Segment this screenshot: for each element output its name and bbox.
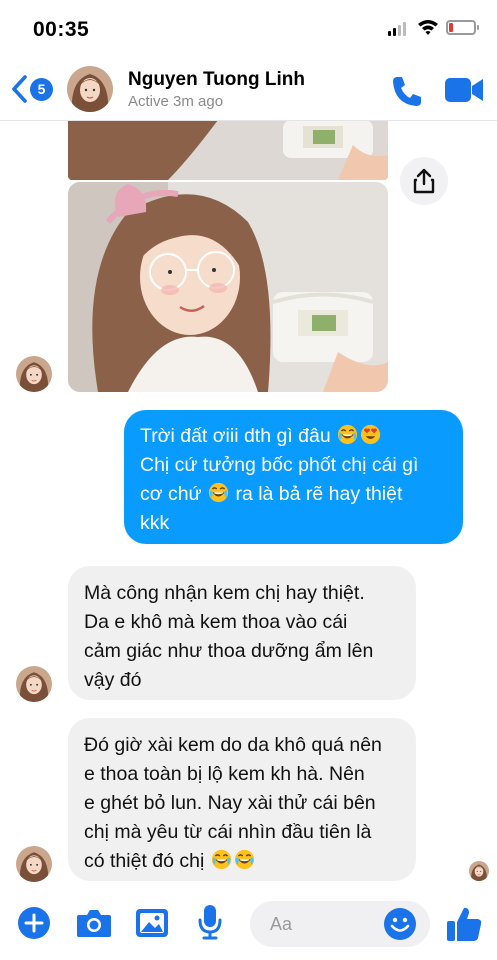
emoji-button[interactable] (383, 907, 417, 941)
sender-avatar[interactable] (16, 356, 52, 392)
shared-photo[interactable] (68, 182, 388, 392)
message-composer (0, 890, 497, 960)
more-actions-button[interactable] (17, 906, 51, 945)
message-line: e thoa toàn bị lộ kem kh hà. Nên (84, 763, 365, 785)
message-line: Mà công nhận kem chị hay thiệt. (84, 582, 365, 604)
laughing-emoji (210, 849, 232, 870)
message-line: kkk (140, 512, 170, 534)
wifi-icon (417, 18, 439, 36)
message-line: vậy đó (84, 669, 142, 691)
phone-call-button[interactable] (389, 73, 425, 109)
incoming-message-bubble[interactable]: Mà công nhận kem chị hay thiệt. Da e khô… (68, 566, 416, 700)
video-call-button[interactable] (444, 75, 484, 105)
share-icon (413, 168, 435, 194)
message-line: cảm giác như thoa dưỡng ẩm lên (84, 640, 374, 662)
phone-icon (393, 77, 421, 106)
message-line: Da e khô mà kem thoa vào cái (84, 611, 348, 633)
share-button[interactable] (400, 157, 448, 205)
contact-active-status: Active 3m ago (128, 93, 224, 110)
message-line: e ghét bỏ lun. Nay xài thử cái bên (84, 792, 376, 814)
message-text: Trời đất ơiii dth gì đâu (140, 425, 331, 447)
photo-image (68, 182, 388, 392)
laughing-emoji (233, 849, 255, 870)
incoming-message-bubble[interactable]: Đó giờ xài kem do da khô quá nên e thoa … (68, 718, 416, 881)
message-line: cơ chứ ra là bả rẽ hay thiệt (140, 480, 449, 509)
laughing-emoji (208, 482, 229, 503)
message-line: Trời đất ơiii dth gì đâu (140, 422, 449, 451)
like-button[interactable] (445, 905, 483, 943)
message-line: Chị cứ tưởng bốc phốt chị cái gì (140, 454, 419, 476)
battery-icon (446, 20, 479, 35)
camera-icon (77, 910, 111, 937)
message-line: Đó giờ xài kem do da khô quá nên (84, 734, 382, 756)
back-button[interactable]: 5 (10, 72, 54, 106)
heart-eyes-emoji (360, 424, 381, 445)
signal-icon (388, 22, 410, 36)
message-line: chị mà yêu từ cái nhìn đầu tiên là (84, 821, 372, 843)
battery-level (449, 23, 453, 32)
camera-button[interactable] (76, 908, 112, 943)
message-text: ra là bả rẽ hay thiệt (235, 483, 403, 505)
back-chevron-icon (12, 75, 27, 103)
read-receipt-avatar (469, 861, 489, 881)
video-camera-icon (445, 78, 483, 102)
contact-name[interactable]: Nguyen Tuong Linh (128, 69, 305, 91)
status-time: 00:35 (33, 18, 90, 41)
plus-icon (18, 907, 50, 939)
sender-avatar[interactable] (16, 846, 52, 882)
smiley-icon (384, 908, 416, 940)
message-text: có thiệt đó chị (84, 850, 205, 872)
message-text: cơ chứ (140, 483, 202, 505)
gallery-button[interactable] (135, 908, 169, 943)
unread-count-badge: 5 (30, 78, 53, 101)
shared-photo-top[interactable] (68, 120, 388, 180)
status-bar: 00:35 (0, 0, 497, 58)
laughing-emoji (337, 424, 358, 445)
outgoing-message-bubble[interactable]: Trời đất ơiii dth gì đâu Chị cứ tưởng bố… (124, 410, 463, 544)
sender-avatar[interactable] (16, 666, 52, 702)
microphone-icon (198, 905, 222, 940)
message-line: có thiệt đó chị (84, 847, 402, 876)
contact-avatar[interactable] (67, 66, 113, 112)
voice-message-button[interactable] (197, 904, 223, 945)
conversation-header: 5 Nguyen Tuong Linh Active 3m ago (0, 58, 497, 121)
thumbs-up-icon (447, 907, 482, 941)
gallery-icon (136, 909, 168, 937)
